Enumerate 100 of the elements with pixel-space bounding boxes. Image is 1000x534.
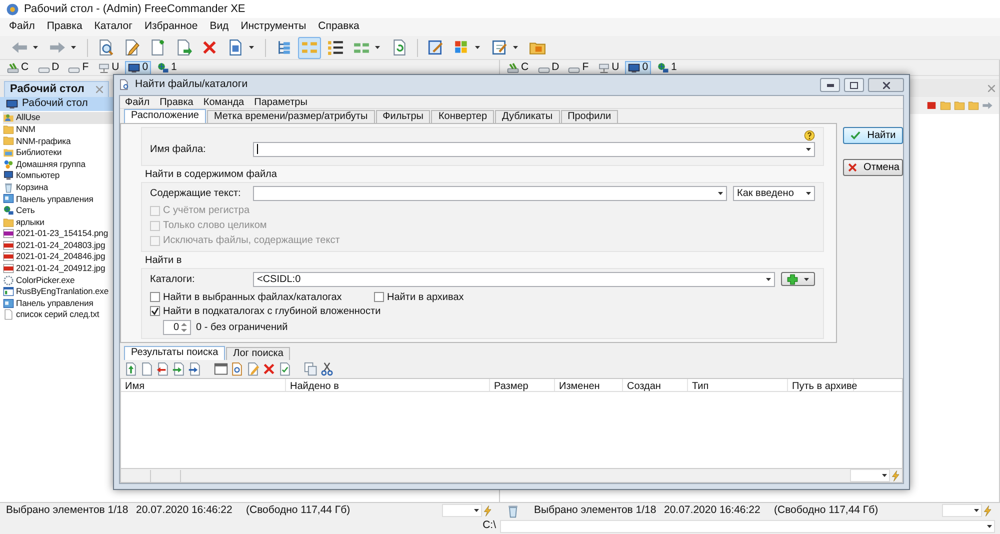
match-dropdown[interactable]: Как введено xyxy=(733,186,815,200)
minimize-button[interactable] xyxy=(820,78,840,92)
add-button[interactable] xyxy=(781,272,815,286)
document-arrow-icon[interactable] xyxy=(188,362,202,376)
close-button[interactable] xyxy=(868,78,904,92)
filename-field[interactable] xyxy=(253,142,815,156)
arrow-right-icon[interactable] xyxy=(982,100,993,111)
file-name[interactable]: Корзина xyxy=(16,180,48,194)
menu-item[interactable]: Избранное xyxy=(139,18,203,36)
document-arrow-icon[interactable] xyxy=(172,362,186,376)
checkbox-label[interactable]: Найти в выбранных файлах/каталогах xyxy=(163,290,342,304)
tab[interactable]: Лог поиска xyxy=(226,347,290,360)
menu-item[interactable]: Файл xyxy=(120,94,155,110)
file-name[interactable]: 2021-01-24_204846.jpg xyxy=(16,250,106,264)
menu-item[interactable]: Правка xyxy=(154,94,198,110)
file-name[interactable]: AllUse xyxy=(16,111,40,124)
menu-item[interactable]: Инструменты xyxy=(236,18,312,36)
tab[interactable]: Метка времени/размер/атрибуты xyxy=(206,110,375,123)
menu-item[interactable]: Команда xyxy=(198,94,250,110)
delete-icon[interactable] xyxy=(926,100,937,111)
drive-button[interactable]: 1 xyxy=(154,60,180,74)
menu-item[interactable]: Файл xyxy=(4,18,40,36)
menu-item[interactable]: Параметры xyxy=(249,94,312,110)
tab[interactable]: Фильтры xyxy=(376,110,430,123)
find-button[interactable]: Найти xyxy=(843,127,903,144)
document-edit-icon[interactable] xyxy=(246,362,260,376)
menu-item[interactable]: Правка xyxy=(42,18,88,36)
checkbox-label[interactable]: Найти в архивах xyxy=(387,290,464,304)
file-name[interactable]: 2021-01-24_204912.jpg xyxy=(16,262,106,275)
close-icon[interactable] xyxy=(96,86,104,93)
file-name[interactable]: NNM xyxy=(16,122,36,136)
file-name[interactable]: Домашняя группа xyxy=(16,158,86,171)
file-name[interactable]: 2021-01-23_154154.png xyxy=(16,227,108,240)
document-up-icon[interactable] xyxy=(124,362,138,376)
depth-spinner[interactable]: 0 xyxy=(163,320,191,335)
file-name[interactable]: ярлыки xyxy=(16,216,44,229)
tab[interactable]: Расположение xyxy=(124,109,206,123)
column-header[interactable]: Создан xyxy=(623,379,688,391)
checkbox[interactable] xyxy=(374,292,384,302)
column-header[interactable]: Изменен xyxy=(555,379,623,391)
checkbox[interactable] xyxy=(150,306,160,316)
column-header[interactable]: Тип xyxy=(688,379,788,391)
copy-icon[interactable] xyxy=(304,362,318,376)
drive-button[interactable]: U xyxy=(594,60,622,74)
file-name[interactable]: NNM-графика xyxy=(16,134,71,148)
checklist-icon[interactable] xyxy=(278,362,292,376)
drive-button[interactable]: D xyxy=(34,60,62,74)
file-name[interactable]: Библиотеки xyxy=(16,146,62,160)
text-file-icon xyxy=(3,309,14,320)
panel-icon[interactable] xyxy=(214,362,228,376)
folders-field[interactable]: <CSIDL:0 xyxy=(253,272,775,286)
checkbox-label[interactable]: Найти в подкаталогах с глубиной вложенности xyxy=(163,304,381,318)
network-icon xyxy=(3,205,14,216)
panel-tab-label[interactable]: Рабочий стол xyxy=(10,81,84,98)
drive-button[interactable]: F xyxy=(65,60,92,74)
menu-item[interactable]: Справка xyxy=(313,18,364,36)
delete-icon[interactable] xyxy=(262,362,276,376)
spinner-arrows-icon[interactable] xyxy=(181,322,187,333)
folder-icon[interactable] xyxy=(940,100,951,111)
drive-button[interactable]: 0 xyxy=(625,60,652,74)
document-search-icon[interactable] xyxy=(230,362,244,376)
document-icon[interactable] xyxy=(140,362,154,376)
menu-item[interactable]: Каталог xyxy=(89,18,138,36)
file-name[interactable]: 2021-01-24_204803.jpg xyxy=(16,238,106,252)
cancel-button[interactable]: Отмена xyxy=(843,159,903,176)
document-arrow-icon[interactable] xyxy=(156,362,170,376)
file-name[interactable]: Панель управления xyxy=(16,296,94,310)
help-icon[interactable] xyxy=(804,130,815,141)
drive-button[interactable]: F xyxy=(565,60,592,74)
checkbox[interactable] xyxy=(150,292,160,302)
column-header[interactable]: Размер xyxy=(490,379,555,391)
drive-button[interactable]: C xyxy=(4,60,32,74)
drive-button[interactable]: 1 xyxy=(654,60,680,74)
column-header[interactable]: Найдено в xyxy=(286,379,490,391)
folder-icon[interactable] xyxy=(954,100,965,111)
tab[interactable]: Конвертер xyxy=(431,110,494,123)
file-name[interactable]: RusByEngTranlation.exe xyxy=(16,285,109,298)
app-icon xyxy=(6,2,19,16)
file-name[interactable]: Компьютер xyxy=(16,169,60,182)
drive-button[interactable]: 0 xyxy=(125,60,152,74)
tab[interactable]: Дубликаты xyxy=(495,110,560,123)
folder-icon[interactable] xyxy=(968,100,979,111)
file-name[interactable]: Панель управления xyxy=(16,192,94,206)
column-header[interactable]: Имя xyxy=(121,379,286,391)
file-name[interactable]: ColorPicker.exe xyxy=(16,274,75,287)
tab[interactable]: Результаты поиска xyxy=(124,346,226,360)
maximize-button[interactable] xyxy=(844,78,864,92)
close-icon[interactable] xyxy=(988,84,995,92)
file-name[interactable]: Сеть xyxy=(16,204,35,217)
drive-button[interactable]: D xyxy=(534,60,562,74)
drive-button[interactable]: C xyxy=(504,60,532,74)
menu-item[interactable]: Вид xyxy=(204,18,234,36)
drive-button[interactable]: U xyxy=(94,60,122,74)
status-free-space: (Свободно 117,44 Гб) xyxy=(246,502,352,518)
lightning-icon[interactable] xyxy=(890,470,902,482)
file-name[interactable]: список серий след.txt xyxy=(16,308,100,322)
tab[interactable]: Профили xyxy=(560,110,618,123)
scissors-icon[interactable] xyxy=(320,362,334,376)
path-field[interactable] xyxy=(500,520,995,532)
text-field[interactable] xyxy=(253,186,727,200)
